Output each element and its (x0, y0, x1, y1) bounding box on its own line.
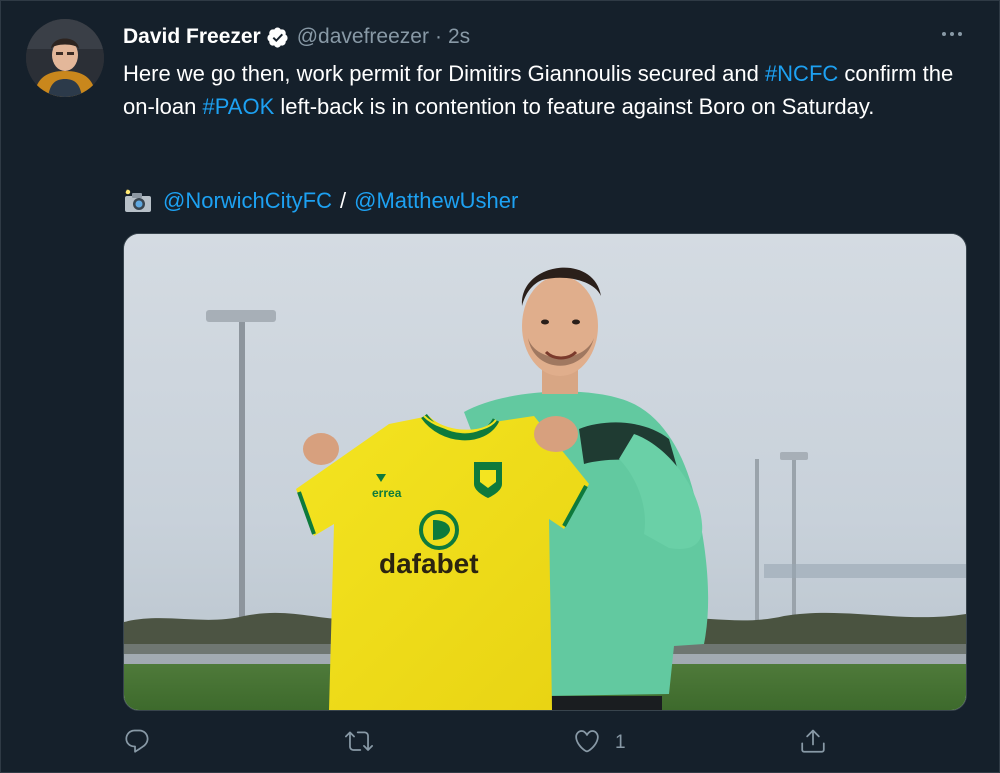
tweet-actions: 1 (123, 723, 838, 763)
share-icon (799, 727, 827, 760)
mention-norwichcityfc[interactable]: @NorwichCityFC (163, 184, 332, 217)
photo-credit: @NorwichCityFC / @MatthewUsher (123, 184, 518, 217)
tweet-text-part: Here we go then, work permit for Dimitir… (123, 61, 765, 86)
like-icon (573, 727, 601, 760)
user-handle[interactable]: @davefreezer (297, 25, 429, 49)
display-name[interactable]: David Freezer (123, 25, 261, 49)
camera-flash-icon (123, 188, 153, 214)
header-separator: · (434, 25, 442, 48)
retweet-button[interactable] (345, 723, 373, 763)
avatar[interactable] (26, 19, 104, 97)
shirt-brand: errea (372, 486, 402, 500)
like-button[interactable]: 1 (573, 723, 626, 763)
share-button[interactable] (799, 723, 827, 763)
tweet-photo[interactable]: errea dafabet (123, 233, 967, 711)
photo-scene (124, 234, 966, 710)
reply-button[interactable] (123, 723, 151, 763)
mention-matthewusher[interactable]: @MatthewUsher (354, 184, 518, 217)
tweet-header: David Freezer @davefreezer · 2s (123, 23, 470, 51)
more-options-icon[interactable] (935, 23, 969, 45)
tweet-text-part: left-back is in contention to feature ag… (274, 94, 875, 119)
hashtag-ncfc[interactable]: #NCFC (765, 61, 838, 86)
hashtag-paok[interactable]: #PAOK (203, 94, 275, 119)
credit-separator: / (340, 188, 347, 213)
verified-badge-icon (266, 26, 289, 49)
tweet-text: Here we go then, work permit for Dimitir… (123, 57, 973, 123)
shirt-sponsor: dafabet (379, 548, 479, 579)
like-count: 1 (615, 732, 626, 753)
timestamp[interactable]: 2s (448, 25, 470, 49)
reply-icon (123, 727, 151, 760)
avatar-image (26, 19, 104, 97)
retweet-icon (345, 727, 373, 760)
tweet-card[interactable]: David Freezer @davefreezer · 2s Here we … (0, 0, 1000, 773)
